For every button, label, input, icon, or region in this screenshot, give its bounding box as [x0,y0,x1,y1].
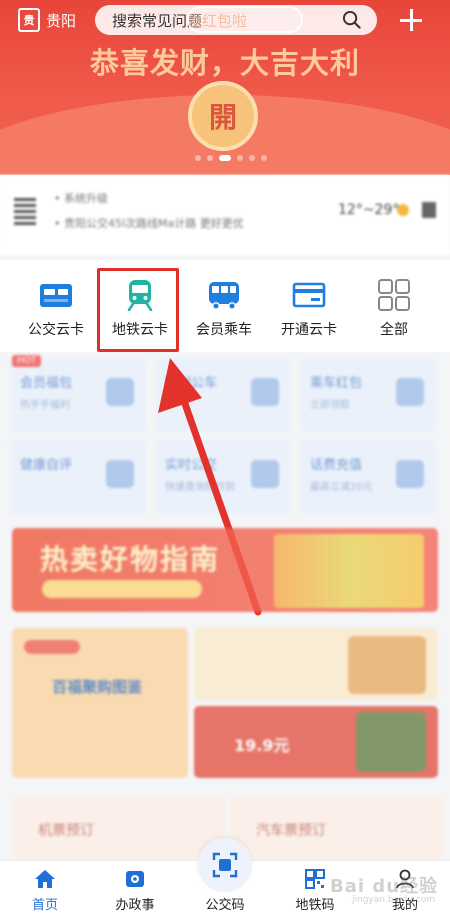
banner-dot [237,155,243,161]
service-title: 定制公车 [165,376,218,391]
promo-pill [42,580,202,598]
tab-label: 公交码 [205,898,245,913]
credit-card-icon [292,282,326,308]
service-cell[interactable]: 乘车红包 立即领取 [300,358,436,432]
nav-label: 全部 [380,322,408,338]
city-logo-icon: 贵 [18,8,40,32]
tab-label: 首页 [31,898,58,913]
hot-badge: HOT [12,355,42,367]
ticket-label: 机票预订 [38,823,94,839]
weather-more-icon[interactable] [422,202,436,218]
qr-code-icon [305,869,325,889]
scan-code-icon [212,852,238,878]
notice-icon [14,195,36,225]
bus-ticket-card[interactable]: 汽车票预订 [230,796,444,862]
ticket-label: 汽车票预订 [256,823,326,839]
app-home-screen: 恭喜发财，大吉大利 開 贵 贵阳 搜索常见问题 发红包啦 • 系统升级 • 贵阳… [0,0,450,920]
open-envelope-coin[interactable]: 開 [188,81,258,151]
nav-member-ride[interactable]: 会员乘车 [181,260,267,352]
bus-code-center-button[interactable] [198,838,252,892]
service-title: 实时公交 [165,458,218,473]
service-cell[interactable]: 健康自评 [10,440,146,514]
quick-nav-row: 公交云卡 地铁云卡 会员乘车 开通云卡 全部 [0,260,450,352]
highlight-box [97,268,179,352]
drink-image [356,712,426,772]
home-icon [35,870,55,888]
service-title: 健康自评 [20,458,73,473]
service-icon [106,460,134,488]
banner-slogan: 恭喜发财，大吉大利 [89,46,360,80]
red-packet-bubble [187,6,303,33]
tab-home[interactable]: 首页 [0,861,90,920]
banner-dot [249,155,255,161]
promo-card-left[interactable]: 百福聚购图鉴 [12,628,188,778]
bus-card-icon [40,284,72,307]
tab-label: 办政事 [115,898,155,913]
promo-card-food[interactable] [194,628,438,700]
service-sub: 快速查询随时到 [165,482,235,493]
tab-affairs[interactable]: 办政事 [90,861,180,920]
nav-all[interactable]: 全部 [351,260,437,352]
bus-icon [209,282,239,310]
card-tag [24,640,80,654]
card-price: 19.9元 [234,736,290,755]
service-title: 话费充值 [310,458,363,473]
service-sub: 热乎乎福利 [20,400,70,411]
add-plus-icon[interactable] [400,9,422,31]
service-icon [396,460,424,488]
nav-label: 会员乘车 [196,322,252,338]
service-icon [251,378,279,406]
flight-ticket-card[interactable]: 机票预订 [12,796,226,862]
card-title: 百福聚购图鉴 [52,678,143,696]
top-bar: 贵 贵阳 搜索常见问题 发红包啦 [0,0,450,42]
city-name: 贵阳 [46,11,77,30]
notice-line-2: • 贵阳公交45l次路线Ma计路 更好更优 [54,217,244,230]
promo-title: 热卖好物指南 [40,543,221,576]
banner-dot [261,155,267,161]
nav-label: 公交云卡 [28,322,84,338]
promo-card-drink[interactable]: 19.9元 [194,706,438,778]
banner-dot [207,155,213,161]
banner-pagination [195,155,267,161]
promo-banner[interactable]: 热卖好物指南 [12,528,438,612]
document-icon [126,871,144,887]
notice-line-1: • 系统升级 [54,192,108,205]
promo-goods-image [274,534,424,608]
service-icon [251,460,279,488]
service-icon [106,378,134,406]
food-image [348,636,426,694]
notice-weather-card[interactable]: • 系统升级 • 贵阳公交45l次路线Ma计路 更好更优 12°~29° [0,175,450,255]
nav-label: 开通云卡 [281,322,337,338]
service-cell[interactable]: HOT 会员福包 热乎乎福利 [10,355,146,432]
grid-icon [378,279,410,311]
service-cell[interactable]: 实时公交 快速查询随时到 [155,440,291,514]
service-cell[interactable]: 话费充值 最高立减20元 [300,440,436,514]
search-icon[interactable] [342,10,361,29]
service-icon [396,378,424,406]
sun-icon [397,204,409,216]
banner-dot-active [219,155,231,161]
service-cell[interactable]: 定制公车 [155,358,291,432]
service-sub: 最高立减20元 [310,482,373,493]
coin-text: 開 [208,101,237,134]
service-sub: 立即领取 [310,400,350,411]
nav-bus-card[interactable]: 公交云卡 [13,260,99,352]
temperature: 12°~29° [338,202,400,218]
watermark-sub: jingyan.baidu.com [352,895,436,905]
city-selector[interactable]: 贵 贵阳 [18,8,76,32]
service-grid: HOT 会员福包 热乎乎福利 定制公车 乘车红包 立即领取 健康自评 实时公交 … [10,355,440,518]
service-title: 会员福包 [20,376,73,391]
search-bar[interactable]: 搜索常见问题 发红包啦 [95,5,377,35]
nav-open-card[interactable]: 开通云卡 [266,260,352,352]
service-title: 乘车红包 [310,376,363,391]
banner-dot [195,155,201,161]
